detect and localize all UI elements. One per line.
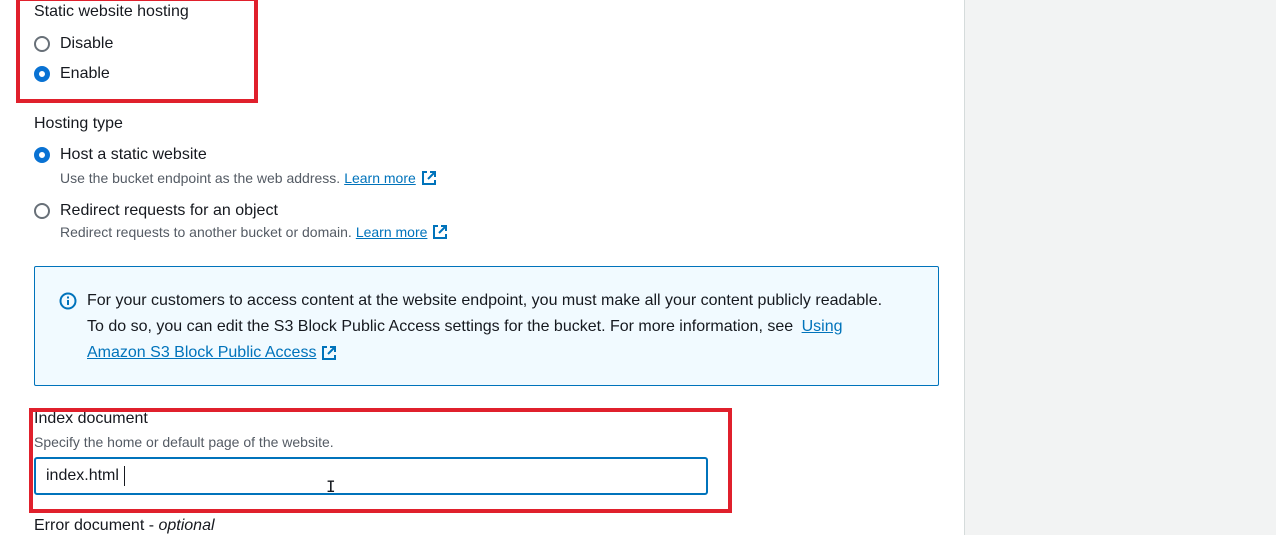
radio-label-disable: Disable bbox=[60, 35, 114, 52]
external-link-icon[interactable] bbox=[421, 170, 437, 186]
static-hosting-label: Static website hosting bbox=[34, 3, 189, 20]
optional-tag: optional bbox=[158, 517, 215, 534]
radio-enable[interactable]: Enable bbox=[34, 64, 110, 84]
external-link-icon[interactable] bbox=[321, 345, 337, 361]
settings-panel: Static website hosting Disable Enable Ho… bbox=[0, 0, 965, 535]
external-link-icon[interactable] bbox=[432, 224, 448, 240]
right-side-pane bbox=[965, 0, 1276, 535]
info-icon bbox=[59, 292, 77, 310]
redirect-description: Redirect requests to another bucket or d… bbox=[60, 224, 448, 240]
radio-circle-redirect[interactable] bbox=[34, 203, 50, 219]
radio-disable[interactable]: Disable bbox=[34, 34, 113, 54]
hosting-type-label: Hosting type bbox=[34, 115, 123, 132]
info-text: For your customers to access content at … bbox=[87, 288, 897, 366]
radio-circle-host-static[interactable] bbox=[34, 147, 50, 163]
radio-label-redirect: Redirect requests for an object bbox=[60, 202, 278, 219]
info-message: For your customers to access content at … bbox=[87, 292, 883, 335]
radio-redirect[interactable]: Redirect requests for an object bbox=[34, 201, 278, 221]
host-static-desc-text: Use the bucket endpoint as the web addre… bbox=[60, 170, 341, 186]
text-caret bbox=[124, 466, 125, 486]
radio-circle-enable[interactable] bbox=[34, 66, 50, 82]
redirect-desc-text: Redirect requests to another bucket or d… bbox=[60, 224, 352, 240]
learn-more-link-host[interactable]: Learn more bbox=[344, 170, 416, 186]
index-document-label: Index document bbox=[34, 410, 148, 427]
index-document-input[interactable] bbox=[34, 457, 708, 495]
text-cursor-icon: I bbox=[326, 477, 336, 496]
learn-more-link-redirect[interactable]: Learn more bbox=[356, 224, 428, 240]
radio-label-enable: Enable bbox=[60, 65, 110, 82]
radio-circle-disable[interactable] bbox=[34, 36, 50, 52]
radio-host-static[interactable]: Host a static website bbox=[34, 145, 207, 165]
info-alert: For your customers to access content at … bbox=[34, 266, 939, 386]
error-document-label-text: Error document - bbox=[34, 517, 159, 534]
host-static-description: Use the bucket endpoint as the web addre… bbox=[60, 170, 437, 186]
index-document-hint: Specify the home or default page of the … bbox=[34, 434, 334, 450]
radio-label-host-static: Host a static website bbox=[60, 146, 207, 163]
error-document-label: Error document - optional bbox=[34, 517, 215, 535]
